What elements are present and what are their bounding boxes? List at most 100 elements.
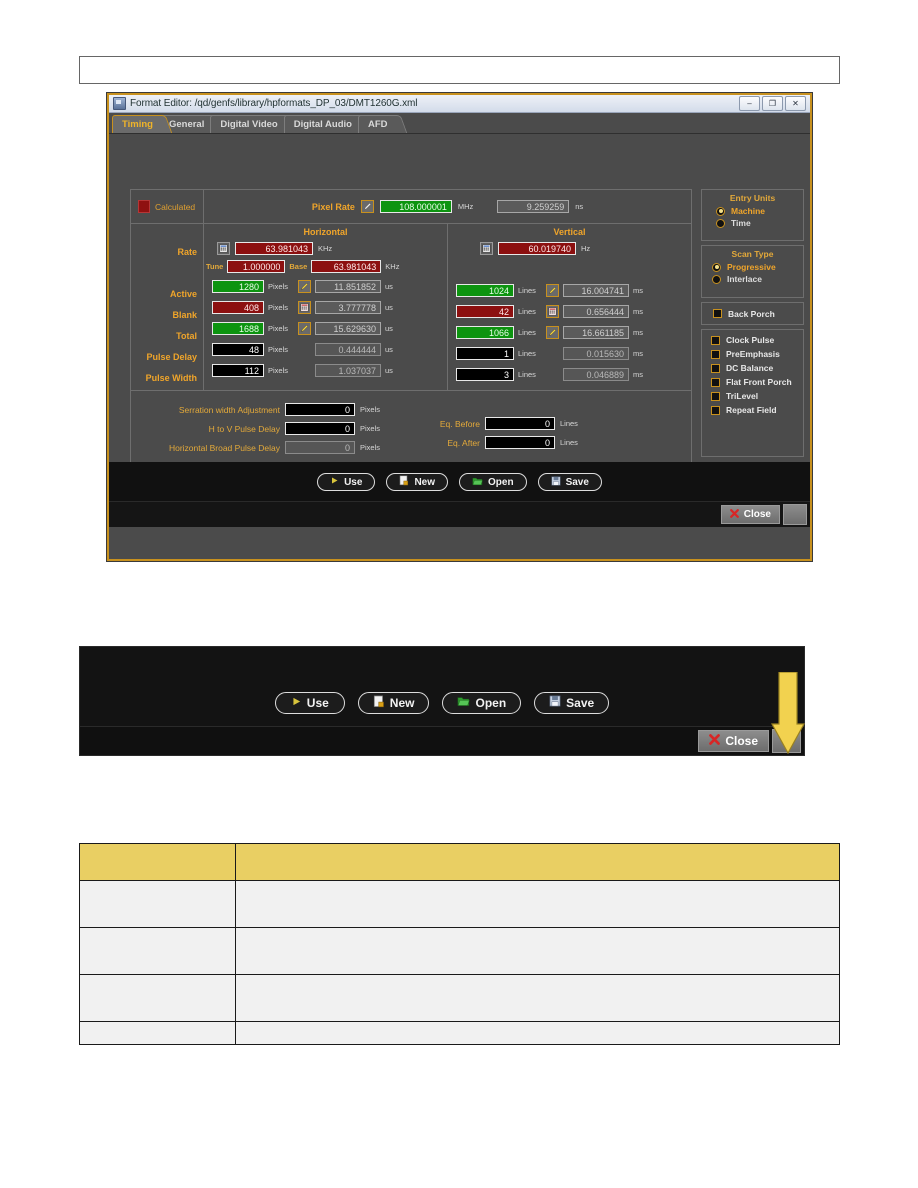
use-button[interactable]: Use bbox=[317, 473, 376, 491]
tab-timing-label: Timing bbox=[122, 119, 153, 130]
vertical-total-value[interactable]: 1066 bbox=[456, 326, 514, 339]
tab-digital-video[interactable]: Digital Video bbox=[210, 115, 288, 133]
horizontal-active-value[interactable]: 1280 bbox=[212, 280, 264, 293]
clock-pulse-label: Clock Pulse bbox=[726, 335, 775, 345]
callout-close-button[interactable]: Close bbox=[698, 730, 769, 752]
pencil-edit-icon[interactable] bbox=[298, 322, 311, 335]
calculated-legend: Calculated bbox=[130, 189, 204, 224]
calculator-icon[interactable] bbox=[480, 242, 493, 255]
pixel-rate-value[interactable]: 108.000001 bbox=[379, 200, 452, 213]
dc-balance-label: DC Balance bbox=[726, 363, 774, 373]
close-button[interactable]: Close bbox=[720, 505, 780, 524]
radio-entry-units-machine[interactable]: Machine bbox=[702, 205, 803, 217]
timing-grid: Calculated Pixel Rate 108.000001 MHz 9.2… bbox=[130, 189, 692, 491]
save-button-label: Save bbox=[565, 476, 589, 488]
label-rate: Rate bbox=[177, 247, 197, 257]
horizontal-rate-value[interactable]: 63.981043 bbox=[235, 242, 313, 255]
minimize-icon[interactable]: – bbox=[739, 96, 760, 111]
vertical-active-value[interactable]: 1024 bbox=[456, 284, 514, 297]
resize-grip[interactable] bbox=[783, 504, 807, 525]
pencil-edit-icon[interactable] bbox=[298, 280, 311, 293]
calculator-icon[interactable] bbox=[217, 242, 230, 255]
vertical-pulse-delay-row: 1 Lines 0.015630 ms bbox=[456, 347, 691, 360]
horizontal-pulse-width-time-unit: us bbox=[385, 366, 393, 375]
window-controls: – ❐ ✕ bbox=[739, 96, 808, 111]
horizontal-pulse-width-value[interactable]: 112 bbox=[212, 364, 264, 377]
pixel-rate-time-value: 9.259259 bbox=[497, 200, 570, 213]
close-icon[interactable]: ✕ bbox=[785, 96, 806, 111]
tab-afd[interactable]: AFD bbox=[357, 115, 398, 133]
table-header-cell-2 bbox=[235, 843, 840, 881]
radio-entry-units-time[interactable]: Time bbox=[702, 217, 803, 229]
dialog-button-bar: Use New Open Save bbox=[109, 462, 810, 502]
vertical-rate-row: 60.019740 Hz bbox=[480, 242, 691, 255]
eq-after-unit: Lines bbox=[560, 438, 578, 447]
h-to-v-row: H to V Pulse Delay 0 Pixels bbox=[145, 422, 380, 435]
window-titlebar: Format Editor: /qd/genfs/library/hpforma… bbox=[109, 95, 810, 113]
vertical-rate-value[interactable]: 60.019740 bbox=[498, 242, 576, 255]
radio-scan-progressive[interactable]: Progressive bbox=[702, 261, 803, 273]
horizontal-active-row: 1280 Pixels 11.851852 us bbox=[212, 280, 447, 293]
h-to-v-value[interactable]: 0 bbox=[285, 422, 355, 435]
table-cell-value bbox=[235, 974, 840, 1022]
table-header-row bbox=[79, 843, 840, 881]
horizontal-blank-value[interactable]: 408 bbox=[212, 301, 264, 314]
open-button[interactable]: Open bbox=[459, 473, 527, 491]
checkbox-icon bbox=[711, 363, 720, 373]
calculator-icon[interactable] bbox=[546, 305, 559, 318]
vertical-active-time: 16.004741 bbox=[563, 284, 629, 297]
tab-strip: Timing General Digital Video Digital Aud… bbox=[109, 113, 810, 134]
radio-scan-interlace[interactable]: Interlace bbox=[702, 273, 803, 285]
callout-open-label: Open bbox=[475, 695, 507, 710]
floppy-save-icon bbox=[549, 695, 561, 710]
eq-after-value[interactable]: 0 bbox=[485, 436, 555, 449]
vertical-pulse-delay-time: 0.015630 bbox=[563, 347, 629, 360]
checkbox-back-porch[interactable]: Back Porch bbox=[702, 307, 775, 321]
horizontal-active-time: 11.851852 bbox=[315, 280, 381, 293]
checkbox-icon bbox=[711, 349, 720, 359]
vertical-pulse-delay-value[interactable]: 1 bbox=[456, 347, 514, 360]
pencil-edit-icon[interactable] bbox=[546, 284, 559, 297]
new-button[interactable]: New bbox=[386, 473, 448, 491]
vertical-pulse-delay-unit: Lines bbox=[518, 349, 536, 358]
checkbox-dc-balance[interactable]: DC Balance bbox=[702, 361, 803, 375]
callout-save-button[interactable]: Save bbox=[534, 691, 610, 714]
base-unit: KHz bbox=[385, 262, 400, 271]
horizontal-total-value[interactable]: 1688 bbox=[212, 322, 264, 335]
callout-use-button[interactable]: Use bbox=[274, 691, 345, 714]
tab-digital-audio[interactable]: Digital Audio bbox=[283, 115, 362, 133]
checkbox-repeat-field[interactable]: Repeat Field bbox=[702, 403, 803, 417]
callout-open-button[interactable]: Open bbox=[442, 691, 522, 714]
pencil-edit-icon[interactable] bbox=[546, 326, 559, 339]
save-button[interactable]: Save bbox=[537, 473, 602, 491]
base-value[interactable]: 63.981043 bbox=[311, 260, 382, 273]
callout-status-bar: Close bbox=[80, 726, 804, 755]
calculator-icon[interactable] bbox=[298, 301, 311, 314]
preemphasis-label: PreEmphasis bbox=[726, 349, 780, 359]
entry-units-group: Entry Units Machine Time bbox=[701, 189, 804, 241]
pencil-edit-icon[interactable] bbox=[360, 200, 374, 213]
vertical-blank-time: 0.656444 bbox=[563, 305, 629, 318]
checkbox-trilevel[interactable]: TriLevel bbox=[702, 389, 803, 403]
label-pulse-width: Pulse Width bbox=[145, 373, 197, 383]
checkbox-flat-front-porch[interactable]: Flat Front Porch bbox=[702, 375, 803, 389]
tab-timing[interactable]: Timing bbox=[112, 115, 163, 133]
horizontal-pulse-delay-value[interactable]: 48 bbox=[212, 343, 264, 356]
vertical-blank-row: 42 Lines 0.656444 ms bbox=[456, 305, 691, 318]
tune-value[interactable]: 1.000000 bbox=[227, 260, 286, 273]
label-active: Active bbox=[169, 289, 197, 299]
horizontal-pulse-width-row: 112 Pixels 1.037037 us bbox=[212, 364, 447, 377]
vertical-column: Vertical 60.019740 Hz 1024 Lines 16.0047… bbox=[448, 224, 692, 391]
checkbox-preemphasis[interactable]: PreEmphasis bbox=[702, 347, 803, 361]
vertical-blank-value[interactable]: 42 bbox=[456, 305, 514, 318]
scan-type-group: Scan Type Progressive Interlace bbox=[701, 245, 804, 298]
horizontal-pulse-delay-unit: Pixels bbox=[268, 345, 289, 354]
eq-before-value[interactable]: 0 bbox=[485, 417, 555, 430]
checkbox-clock-pulse[interactable]: Clock Pulse bbox=[702, 333, 803, 347]
table-cell-value bbox=[235, 1021, 840, 1045]
callout-button-bar: Use New Open Save bbox=[80, 675, 804, 730]
maximize-icon[interactable]: ❐ bbox=[762, 96, 783, 111]
serration-value[interactable]: 0 bbox=[285, 403, 355, 416]
callout-new-button[interactable]: New bbox=[357, 691, 430, 714]
vertical-pulse-width-value[interactable]: 3 bbox=[456, 368, 514, 381]
